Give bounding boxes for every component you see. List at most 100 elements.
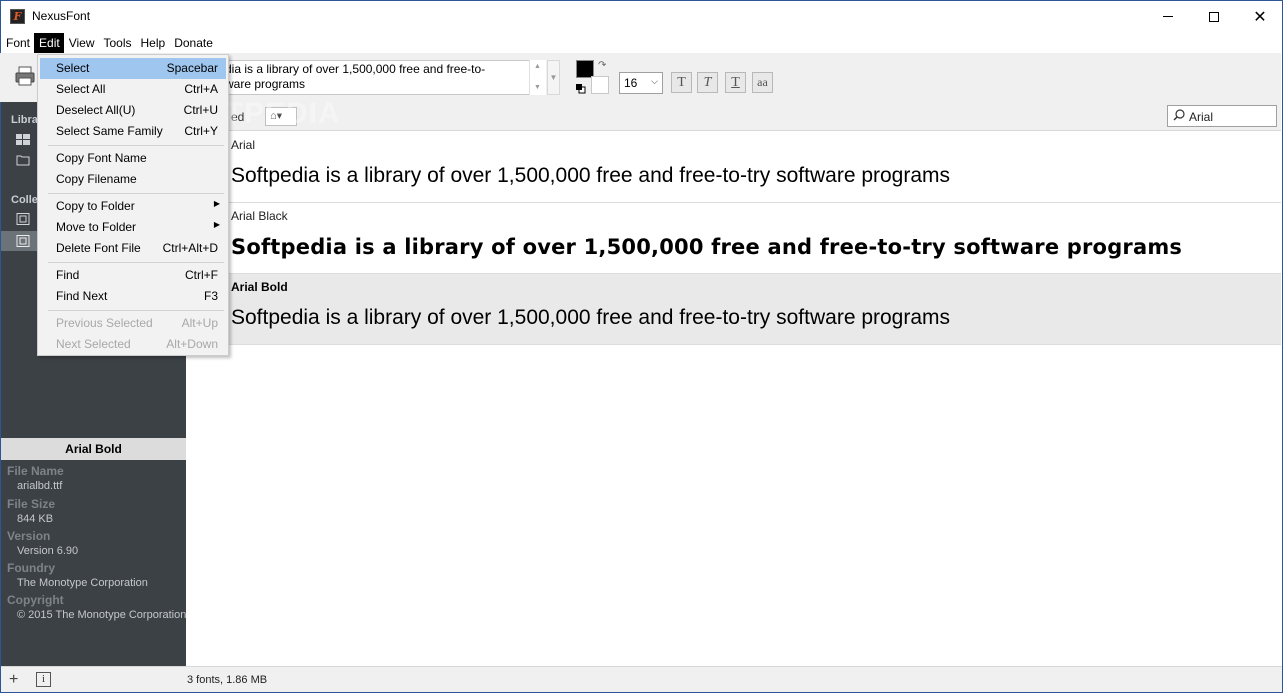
menu-copy-to-folder-label: Copy to Folder bbox=[56, 199, 135, 213]
menu-select-all-label: Select All bbox=[56, 82, 106, 96]
preview-scrollbar[interactable]: ▲ ▼ bbox=[529, 60, 546, 95]
menu-copy-filename[interactable]: Copy Filename bbox=[40, 169, 226, 190]
font-info-panel: File Name arialbd.ttf File Size 844 KB V… bbox=[1, 460, 186, 666]
menu-find-next[interactable]: Find Next F3 bbox=[40, 286, 226, 307]
search-input[interactable]: Arial bbox=[1167, 105, 1277, 127]
minimize-icon bbox=[1163, 16, 1173, 17]
menu-edit[interactable]: Edit bbox=[34, 33, 64, 54]
app-logo-icon: F bbox=[10, 9, 25, 24]
menu-bar: Font Edit View Tools Help Donate bbox=[1, 33, 1282, 54]
foundry-label: Foundry bbox=[7, 561, 55, 575]
preview-text-line-2: ware programs bbox=[225, 77, 306, 91]
file-name-label: File Name bbox=[7, 464, 64, 478]
menu-find-next-shortcut: F3 bbox=[203, 289, 218, 303]
menu-select-same-family[interactable]: Select Same Family Ctrl+Y bbox=[40, 121, 226, 142]
maximize-icon bbox=[1209, 11, 1219, 22]
scroll-down-icon[interactable]: ▼ bbox=[534, 84, 541, 91]
submenu-arrow-icon: ▶ bbox=[213, 199, 220, 208]
menu-copy-to-folder[interactable]: Copy to Folder ▶ bbox=[40, 196, 226, 217]
menu-deselect-all[interactable]: Deselect All(U) Ctrl+U bbox=[40, 100, 226, 121]
menu-font[interactable]: Font bbox=[1, 33, 34, 54]
menu-copy-font-name[interactable]: Copy Font Name bbox=[40, 148, 226, 169]
copyright-value: © 2015 The Monotype Corporation bbox=[17, 609, 186, 621]
background-color-swatch[interactable] bbox=[591, 76, 609, 94]
menu-next-selected-shortcut: Alt+Down bbox=[166, 337, 218, 351]
menu-next-selected: Next Selected Alt+Down bbox=[40, 334, 226, 355]
font-row-arial-bold[interactable]: Arial Bold Softpedia is a library of ove… bbox=[187, 274, 1281, 345]
maximize-button[interactable] bbox=[1191, 1, 1237, 32]
menu-deselect-all-shortcut: Ctrl+U bbox=[183, 103, 218, 117]
close-button[interactable]: ✕ bbox=[1237, 1, 1283, 32]
edit-menu-dropdown: Select Spacebar Select All Ctrl+A Desele… bbox=[37, 54, 229, 356]
font-info-title: Arial Bold bbox=[1, 438, 186, 460]
menu-copy-font-name-label: Copy Font Name bbox=[56, 151, 147, 165]
folder-icon[interactable] bbox=[16, 154, 30, 166]
menu-separator bbox=[48, 145, 224, 146]
menu-select-all-shortcut: Ctrl+A bbox=[184, 82, 218, 96]
menu-select[interactable]: Select Spacebar bbox=[40, 58, 226, 79]
font-size-select[interactable]: 16 ⌵ bbox=[619, 72, 663, 94]
menu-separator bbox=[48, 262, 224, 263]
font-row-arial-black[interactable]: Arial Black Softpedia is a library of ov… bbox=[187, 203, 1281, 274]
library-section-label: Libra bbox=[11, 114, 38, 126]
file-name-value: arialbd.ttf bbox=[17, 480, 63, 492]
window-title: NexusFont bbox=[32, 9, 91, 23]
scroll-up-icon[interactable]: ▲ bbox=[534, 63, 541, 70]
printer-icon[interactable] bbox=[14, 65, 36, 87]
status-bar: + i 3 fonts, 1.86 MB bbox=[1, 666, 1282, 692]
preview-history-dropdown[interactable]: ▼ bbox=[547, 60, 560, 95]
version-label: Version bbox=[7, 529, 51, 543]
menu-previous-selected-shortcut: Alt+Up bbox=[181, 316, 218, 330]
menu-delete-font-file-label: Delete Font File bbox=[56, 241, 141, 255]
menu-delete-font-file[interactable]: Delete Font File Ctrl+Alt+D bbox=[40, 238, 226, 259]
file-size-value: 844 KB bbox=[17, 513, 54, 525]
menu-help[interactable]: Help bbox=[136, 33, 170, 54]
menu-copy-filename-label: Copy Filename bbox=[56, 172, 137, 186]
chevron-down-icon: ⌵ bbox=[651, 76, 658, 86]
collection-section-label: Colle bbox=[11, 194, 38, 206]
search-value: Arial bbox=[1189, 110, 1214, 124]
menu-donate[interactable]: Donate bbox=[169, 33, 217, 54]
menu-move-to-folder[interactable]: Move to Folder ▶ bbox=[40, 217, 226, 238]
status-text: 3 fonts, 1.86 MB bbox=[187, 674, 268, 686]
copyright-label: Copyright bbox=[7, 593, 64, 607]
collection-icon[interactable] bbox=[16, 213, 30, 225]
menu-find-label: Find bbox=[56, 268, 80, 282]
version-value: Version 6.90 bbox=[17, 545, 79, 557]
font-sample: Softpedia is a library of over 1,500,000… bbox=[231, 306, 951, 329]
underline-style-button[interactable]: T bbox=[725, 72, 746, 93]
menu-select-all[interactable]: Select All Ctrl+A bbox=[40, 79, 226, 100]
minimize-button[interactable] bbox=[1145, 1, 1191, 32]
preview-text-line-1: dia is a library of over 1,500,000 free … bbox=[225, 62, 486, 76]
menu-separator bbox=[48, 310, 224, 311]
menu-previous-selected-label: Previous Selected bbox=[56, 316, 153, 330]
windows-icon[interactable] bbox=[16, 134, 30, 146]
font-name: Arial Black bbox=[231, 209, 288, 223]
close-icon: ✕ bbox=[1253, 6, 1267, 26]
bold-style-button[interactable]: T bbox=[671, 72, 692, 93]
menu-find[interactable]: Find Ctrl+F bbox=[40, 265, 226, 286]
menu-previous-selected: Previous Selected Alt+Up bbox=[40, 313, 226, 334]
swap-colors-icon[interactable]: ↷ bbox=[598, 60, 606, 71]
info-toggle-icon[interactable]: i bbox=[36, 672, 51, 687]
menu-view[interactable]: View bbox=[64, 33, 99, 54]
menu-find-next-label: Find Next bbox=[56, 289, 108, 303]
menu-tools[interactable]: Tools bbox=[99, 33, 136, 54]
menu-select-same-family-shortcut: Ctrl+Y bbox=[184, 124, 218, 138]
font-row-arial[interactable]: Arial Softpedia is a library of over 1,5… bbox=[187, 132, 1281, 203]
file-size-label: File Size bbox=[7, 497, 56, 511]
menu-select-same-family-label: Select Same Family bbox=[56, 124, 163, 138]
title-bar: F NexusFont ✕ bbox=[1, 1, 1282, 32]
add-collection-icon[interactable]: + bbox=[9, 671, 18, 689]
preview-text-input[interactable]: dia is a library of over 1,500,000 free … bbox=[220, 60, 546, 95]
font-sample: Softpedia is a library of over 1,500,000… bbox=[231, 235, 1183, 259]
search-icon bbox=[1173, 109, 1185, 121]
italic-style-button[interactable]: T bbox=[697, 72, 718, 93]
menu-deselect-all-label: Deselect All(U) bbox=[56, 103, 136, 117]
menu-delete-font-file-shortcut: Ctrl+Alt+D bbox=[162, 241, 218, 255]
case-style-button[interactable]: aa bbox=[752, 72, 773, 93]
foundry-value: The Monotype Corporation bbox=[17, 577, 148, 589]
filter-bar: ed ⌂▾ Arial bbox=[187, 102, 1281, 131]
font-name: Arial bbox=[231, 138, 256, 152]
reset-colors-icon[interactable] bbox=[576, 84, 586, 94]
